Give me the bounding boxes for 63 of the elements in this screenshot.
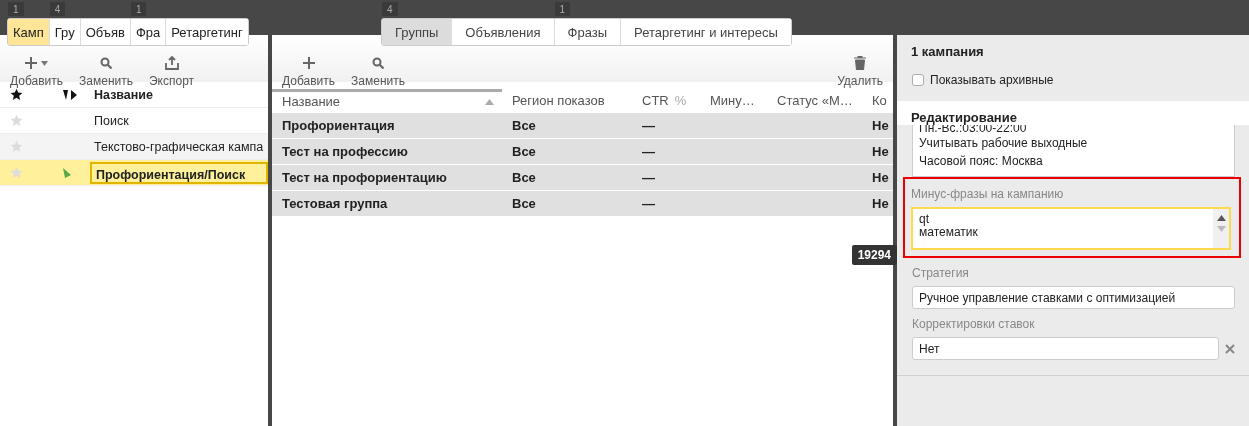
table-cell-text: Не	[871, 170, 890, 185]
table-cell-text: Все	[511, 196, 537, 211]
table-cell-text: Не	[871, 144, 890, 159]
star-icon[interactable]	[10, 88, 23, 101]
checkbox[interactable]: Показывать архивные	[897, 67, 1249, 93]
table-cell-text: Тест на профориентацию	[281, 170, 448, 185]
plus-icon	[25, 57, 37, 69]
count-badge: 4	[382, 2, 398, 16]
star-icon[interactable]	[10, 140, 23, 153]
section-title: Редактирование	[897, 101, 1249, 125]
toolbar-button[interactable]: Удалить	[833, 55, 887, 93]
scrollbar[interactable]	[1213, 209, 1229, 248]
flag-icon[interactable]	[62, 88, 78, 101]
table-cell-text: —	[641, 118, 656, 133]
text-area[interactable]: qt математик	[911, 207, 1231, 250]
search-icon	[372, 57, 384, 69]
plus-icon	[302, 57, 315, 69]
text-line: qt	[919, 213, 930, 226]
text-line: математик	[919, 226, 979, 239]
scroll-up-icon[interactable]	[1216, 215, 1226, 221]
search-icon	[100, 57, 112, 69]
scroll-down-icon[interactable]	[1216, 226, 1226, 232]
table-row[interactable]: Текстово-графическая кампа	[0, 134, 268, 160]
table-row[interactable]: Профориентация/Поиск	[0, 160, 268, 186]
column-header[interactable]: Регион показов	[502, 92, 632, 108]
column-header[interactable]: CTR %	[632, 92, 700, 108]
column-header[interactable]: Статус «М…	[767, 92, 866, 108]
star-icon[interactable]	[10, 166, 23, 179]
column-header[interactable]: Мину…	[700, 92, 767, 108]
table-cell-text: Текстово-графическая кампа	[93, 138, 265, 156]
count-badge: 1	[554, 2, 571, 16]
table-cell-text: —	[641, 144, 656, 159]
table-cell: Профориентация/Поиск	[90, 161, 268, 184]
table-cell-text: Поиск	[93, 112, 130, 130]
table-cell-text: Все	[511, 118, 537, 133]
tooltip: 19294	[851, 245, 897, 265]
close-icon[interactable]	[1225, 343, 1235, 354]
count-badge: 1	[8, 2, 24, 16]
count-badge: 1	[130, 2, 147, 16]
table-cell-text: Не	[871, 196, 890, 211]
star-icon[interactable]	[10, 114, 23, 127]
table-cell-text: Тест на профессию	[281, 144, 409, 159]
field-label: Минус-фразы на кампанию	[911, 187, 1065, 201]
table-cell-text: Профориентация	[281, 118, 396, 133]
field-label: Стратегия	[911, 266, 970, 280]
field-label: Корректировки ставок	[911, 317, 1036, 331]
input-field[interactable]: Ручное управление ставками с оптимизацией	[912, 286, 1235, 309]
input-field[interactable]: Нет	[912, 337, 1219, 360]
column-header[interactable]: Ко	[866, 92, 893, 108]
schedule-line: Учитывать рабочие выходные	[919, 135, 1089, 152]
count-badge: 4	[49, 2, 66, 16]
table-cell-text: Не	[871, 118, 890, 133]
upload-icon	[164, 56, 179, 70]
table-cell-text: Тестовая группа	[281, 196, 389, 211]
schedule-line: Часовой пояс: Москва	[919, 153, 1044, 170]
toolbar-button[interactable]: Экспорт	[145, 55, 199, 93]
table-cell-text: Все	[511, 170, 537, 185]
panel-title: 1 кампания	[910, 43, 985, 61]
table-cell-text: Все	[511, 144, 537, 159]
trash-icon	[854, 56, 867, 70]
table-cell-text: —	[641, 170, 656, 185]
toolbar-button[interactable]: Добавить	[6, 55, 68, 93]
table-cell-text: —	[641, 196, 656, 211]
